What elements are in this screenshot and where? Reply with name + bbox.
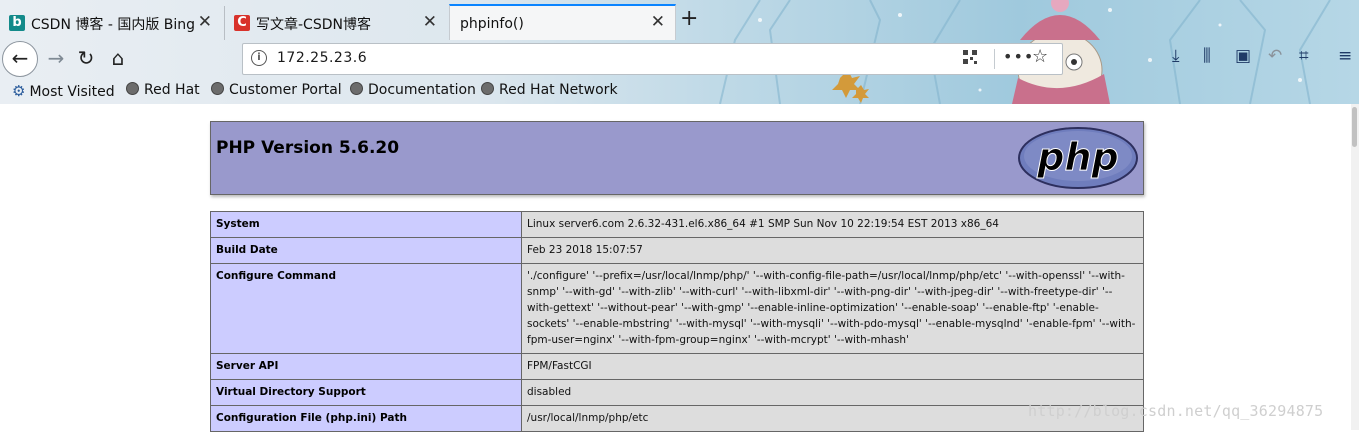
browser-chrome: b CSDN 博客 - 国内版 Bing ✕ C 写文章-CSDN博客 ✕ ph… <box>0 0 1359 104</box>
page-actions-icon[interactable]: ••• <box>1003 47 1034 66</box>
tab-title: 写文章-CSDN博客 <box>256 17 371 33</box>
vertical-scrollbar[interactable] <box>1351 104 1359 430</box>
bookmark-red-hat[interactable]: Red Hat <box>126 82 200 98</box>
row-label: System <box>210 211 522 238</box>
navigation-toolbar: ← → ↻ ⌂ i 172.25.23.6 ••• ☆ ⤓ ⫼ ▣ ↶ ⌗ ≡ <box>0 40 1359 78</box>
bookmark-label: Customer Portal <box>229 82 342 98</box>
gear-icon: ⚙ <box>12 82 26 100</box>
csdn-icon: C <box>234 15 250 31</box>
row-value: './configure' '--prefix=/usr/local/lnmp/… <box>521 263 1144 354</box>
screenshot-icon[interactable]: ⌗ <box>1299 46 1309 66</box>
divider <box>994 49 995 69</box>
table-row: Build Date Feb 23 2018 15:07:57 <box>210 237 1144 264</box>
bookmark-documentation[interactable]: Documentation <box>350 82 476 98</box>
download-icon[interactable]: ⤓ <box>1172 46 1180 66</box>
reload-icon[interactable]: ↻ <box>68 40 104 76</box>
tab-csdn-write[interactable]: C 写文章-CSDN博客 ✕ <box>224 6 447 40</box>
row-label: Virtual Directory Support <box>210 379 522 406</box>
php-version-header: PHP Version 5.6.20 php <box>210 121 1144 195</box>
globe-icon <box>350 82 363 95</box>
bookmark-label: Documentation <box>368 82 476 98</box>
tab-title: phpinfo() <box>460 16 524 32</box>
new-tab-icon[interactable]: + <box>680 6 698 31</box>
back-icon[interactable]: ← <box>2 41 38 77</box>
globe-icon <box>126 82 139 95</box>
sidebar-icon[interactable]: ▣ <box>1235 46 1251 66</box>
watermark: http://blog.csdn.net/qq_36294875 <box>1028 402 1324 420</box>
undo-icon[interactable]: ↶ <box>1268 46 1282 66</box>
globe-icon <box>481 82 494 95</box>
php-logo[interactable]: php <box>1017 126 1139 190</box>
row-value: FPM/FastCGI <box>521 353 1144 380</box>
globe-icon <box>211 82 224 95</box>
table-row: Server API FPM/FastCGI <box>210 353 1144 380</box>
table-row: System Linux server6.com 2.6.32-431.el6.… <box>210 211 1144 238</box>
close-tab-icon[interactable]: ✕ <box>198 12 212 32</box>
row-value: Linux server6.com 2.6.32-431.el6.x86_64 … <box>521 211 1144 238</box>
php-logo-text: php <box>1036 135 1118 179</box>
url-text[interactable]: 172.25.23.6 <box>277 50 367 66</box>
row-label: Configure Command <box>210 263 522 354</box>
tab-phpinfo[interactable]: phpinfo() ✕ <box>449 4 676 40</box>
qr-code-icon[interactable] <box>963 50 977 64</box>
library-icon[interactable]: ⫼ <box>1203 46 1211 66</box>
home-icon[interactable]: ⌂ <box>100 40 136 76</box>
tab-bing[interactable]: b CSDN 博客 - 国内版 Bing ✕ <box>0 6 222 40</box>
table-row: Configure Command './configure' '--prefi… <box>210 263 1144 354</box>
page-title: PHP Version 5.6.20 <box>216 138 400 158</box>
site-info-icon[interactable]: i <box>251 50 267 66</box>
tab-strip: b CSDN 博客 - 国内版 Bing ✕ C 写文章-CSDN博客 ✕ ph… <box>0 4 1359 40</box>
row-label: Build Date <box>210 237 522 264</box>
bookmark-label: Red Hat Network <box>499 82 618 98</box>
address-bar[interactable]: i 172.25.23.6 ••• ☆ <box>242 43 1063 75</box>
phpinfo-table: System Linux server6.com 2.6.32-431.el6.… <box>210 211 1144 432</box>
row-label: Server API <box>210 353 522 380</box>
table-row: Virtual Directory Support disabled <box>210 379 1144 406</box>
bookmark-customer-portal[interactable]: Customer Portal <box>211 82 342 98</box>
tab-title: CSDN 博客 - 国内版 Bing <box>31 17 196 33</box>
close-tab-icon[interactable]: ✕ <box>423 12 437 32</box>
close-tab-icon[interactable]: ✕ <box>651 12 665 32</box>
table-row: Configuration File (php.ini) Path /usr/l… <box>210 405 1144 432</box>
bookmark-star-icon[interactable]: ☆ <box>1032 46 1048 67</box>
row-value: Feb 23 2018 15:07:57 <box>521 237 1144 264</box>
scrollbar-thumb[interactable] <box>1352 107 1357 147</box>
bookmark-label: Most Visited <box>29 84 115 100</box>
bookmark-label: Red Hat <box>144 82 200 98</box>
bing-icon: b <box>9 15 25 31</box>
row-label: Configuration File (php.ini) Path <box>210 405 522 432</box>
bookmark-most-visited[interactable]: ⚙ Most Visited <box>12 82 115 100</box>
bookmark-red-hat-network[interactable]: Red Hat Network <box>481 82 618 98</box>
menu-icon[interactable]: ≡ <box>1338 46 1352 66</box>
